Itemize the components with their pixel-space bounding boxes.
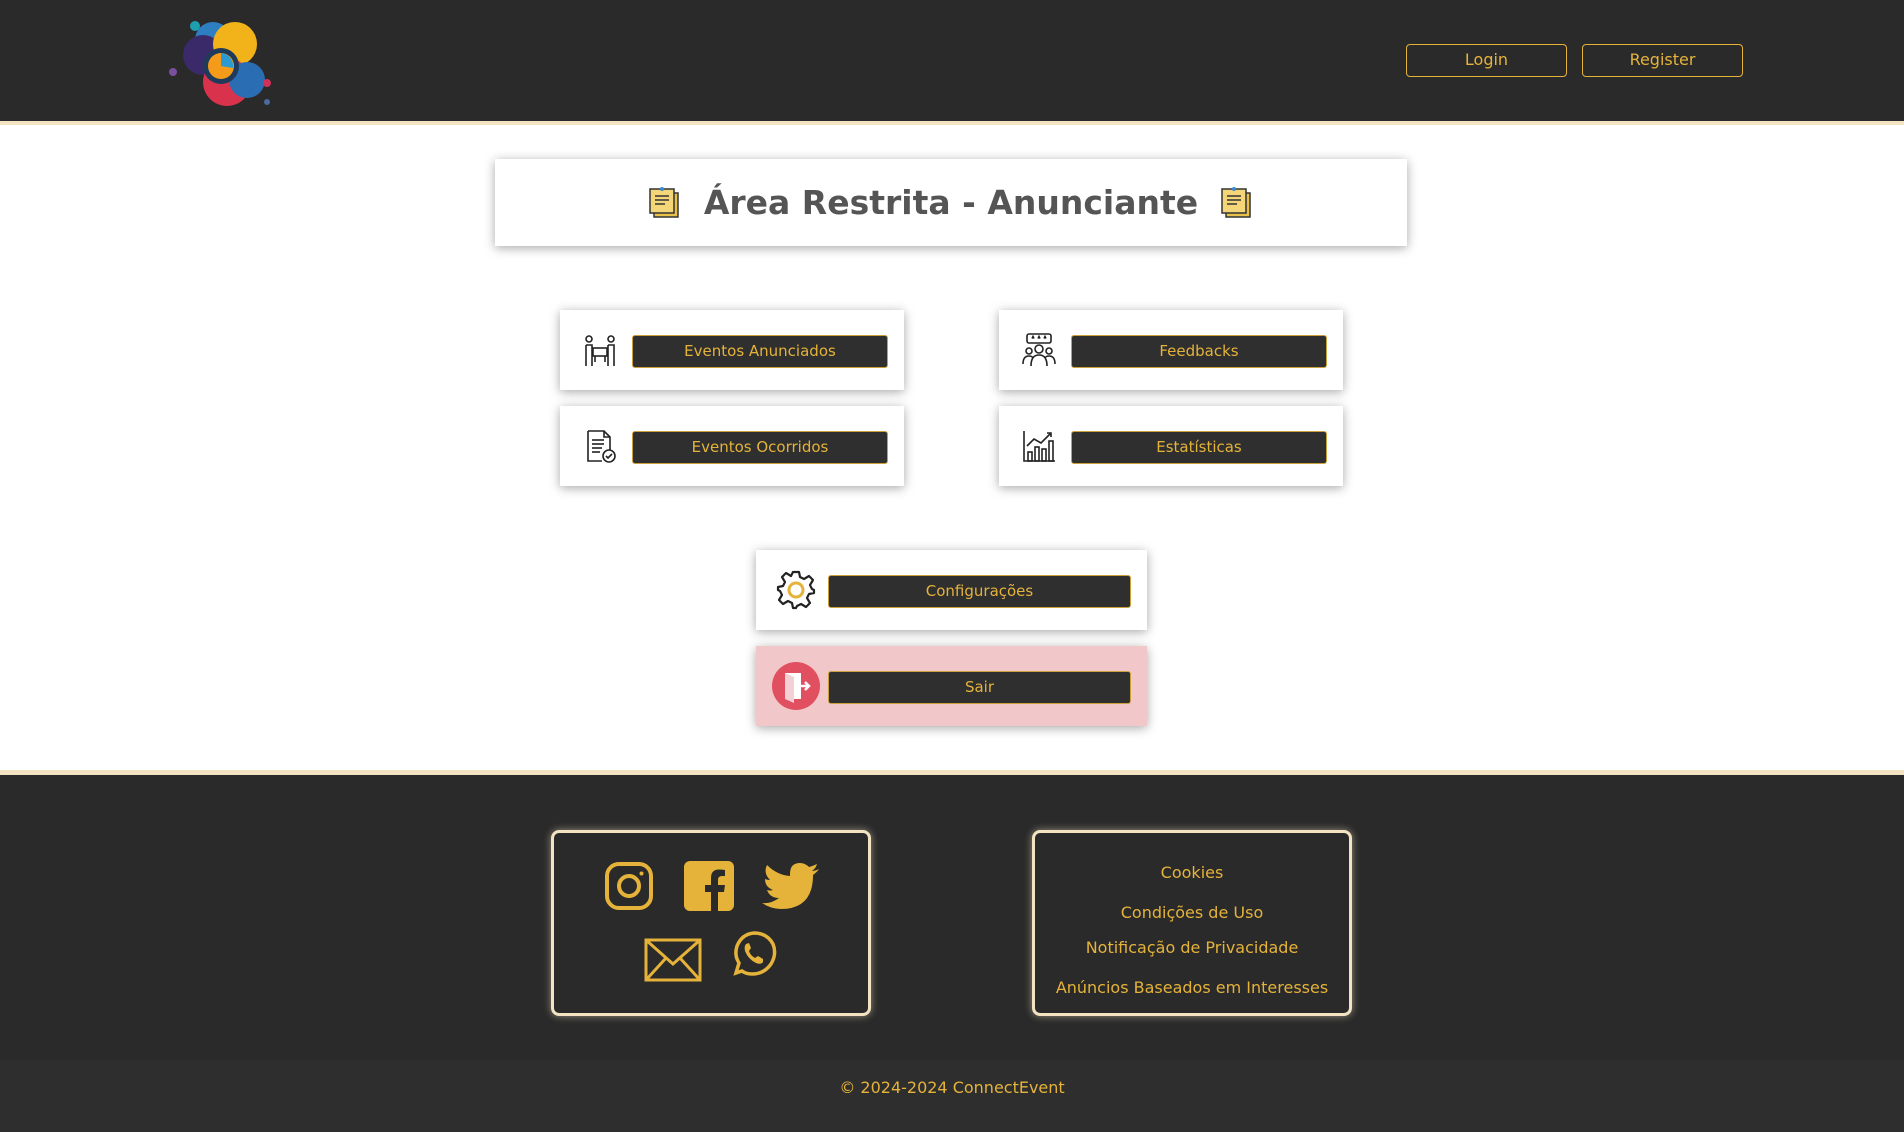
site-footer: Cookies Condições de Uso Notificação de …	[0, 770, 1904, 1060]
people-announce-icon	[585, 335, 615, 366]
mail-icon[interactable]	[644, 938, 702, 982]
notificacao-privacidade-link[interactable]: Notificação de Privacidade	[1035, 938, 1349, 957]
configuracoes-button[interactable]: Configurações	[828, 575, 1131, 608]
card-estatisticas: Estatísticas	[999, 406, 1343, 486]
gear-icon	[776, 570, 816, 610]
twitter-icon[interactable]	[762, 863, 820, 911]
eventos-anunciados-button[interactable]: Eventos Anunciados	[632, 335, 888, 368]
page-title-card: Área Restrita - Anunciante	[495, 159, 1407, 246]
estatisticas-button[interactable]: Estatísticas	[1071, 431, 1327, 464]
card-eventos-ocorridos: Eventos Ocorridos	[560, 406, 904, 486]
legal-links-box: Cookies Condições de Uso Notificação de …	[1032, 830, 1352, 1016]
sair-button[interactable]: Sair	[828, 671, 1131, 704]
feedback-group-icon	[1022, 333, 1056, 367]
register-button[interactable]: Register	[1582, 44, 1743, 77]
feedbacks-button[interactable]: Feedbacks	[1071, 335, 1327, 368]
bar-chart-icon	[1023, 431, 1055, 462]
connectevent-logo[interactable]	[155, 10, 275, 110]
card-feedbacks: Feedbacks	[999, 310, 1343, 390]
anuncios-interesses-link[interactable]: Anúncios Baseados em Interesses	[1035, 978, 1349, 997]
card-eventos-anunciados: Eventos Anunciados	[560, 310, 904, 390]
logout-door-icon	[772, 662, 820, 710]
facebook-icon[interactable]	[684, 861, 734, 911]
instagram-icon[interactable]	[604, 861, 654, 911]
login-button[interactable]: Login	[1406, 44, 1567, 77]
condicoes-de-uso-link[interactable]: Condições de Uso	[1035, 903, 1349, 922]
site-header: Login Register	[0, 0, 1904, 125]
card-sair: Sair	[756, 646, 1147, 726]
whatsapp-icon[interactable]	[730, 930, 778, 978]
copyright: © 2024-2024 ConnectEvent	[0, 1060, 1904, 1132]
document-check-icon	[587, 430, 616, 463]
social-links-box	[551, 830, 871, 1016]
notes-icon	[1221, 186, 1251, 218]
page-title: Área Restrita - Anunciante	[703, 183, 1199, 222]
card-configuracoes: Configurações	[756, 550, 1147, 630]
eventos-ocorridos-button[interactable]: Eventos Ocorridos	[632, 431, 888, 464]
cookies-link[interactable]: Cookies	[1035, 863, 1349, 882]
notes-icon	[649, 186, 679, 218]
